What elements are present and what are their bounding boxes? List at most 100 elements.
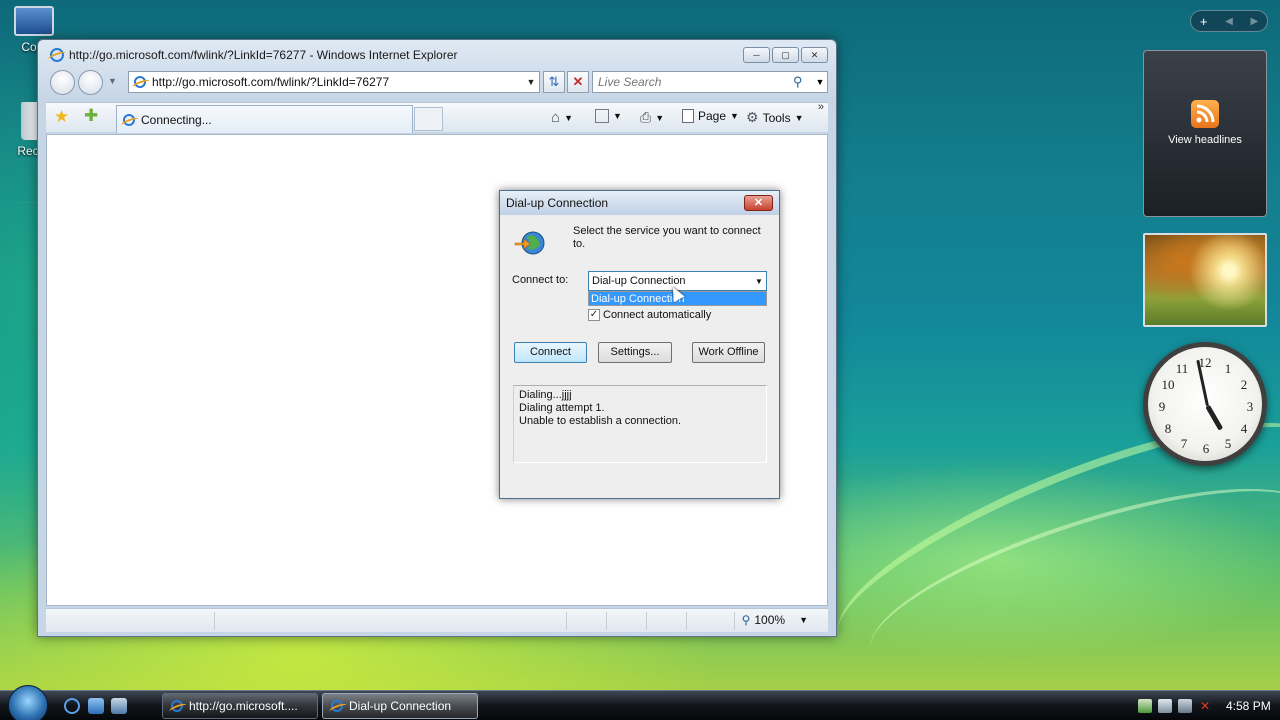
status-divider xyxy=(734,612,735,630)
status-bar: ⚲ 100% ▼ xyxy=(46,608,828,632)
add-favorites-icon[interactable]: ✚ xyxy=(84,106,98,126)
home-dropdown-icon[interactable]: ▼ xyxy=(564,113,573,123)
start-button[interactable] xyxy=(8,685,48,720)
add-gadget-icon[interactable]: + xyxy=(1200,14,1208,29)
volume-muted-icon[interactable]: ✕ xyxy=(1198,699,1212,713)
print-button[interactable]: ⎙ ▼ xyxy=(640,109,664,126)
security-icon[interactable] xyxy=(1138,699,1152,713)
window-title-text: http://go.microsoft.com/fwlink/?LinkId=7… xyxy=(69,48,458,62)
toolbar-overflow-icon[interactable]: » xyxy=(818,101,824,113)
forward-button[interactable] xyxy=(78,70,103,95)
clock-number: 4 xyxy=(1240,421,1248,436)
selected-service: Dial-up Connection xyxy=(592,275,686,287)
taskbar-button-ie[interactable]: http://go.microsoft.... xyxy=(162,693,318,719)
ie-quick-launch-icon[interactable] xyxy=(64,698,80,714)
window-title: http://go.microsoft.com/fwlink/?LinkId=7… xyxy=(50,48,458,62)
zoom-level: 100% xyxy=(754,613,786,627)
log-line: Dialing...jjjj xyxy=(519,389,572,401)
address-dropdown-icon[interactable]: ▼ xyxy=(523,77,539,87)
dialup-taskbar-icon xyxy=(331,700,343,712)
clock-number: 2 xyxy=(1240,377,1248,392)
search-options-icon[interactable]: ▼ xyxy=(813,77,827,87)
switch-windows-icon[interactable] xyxy=(111,698,127,714)
tools-menu[interactable]: ⚙ Tools ▼ xyxy=(746,109,804,126)
dialup-dialog: Dial-up Connection ✕ Select the service … xyxy=(499,190,780,499)
close-button[interactable]: ✕ xyxy=(801,47,828,63)
home-button[interactable]: ⌂ ▼ xyxy=(551,109,573,126)
recent-pages-dropdown-icon[interactable]: ▼ xyxy=(108,76,117,86)
status-divider xyxy=(606,612,607,630)
address-bar: ▼ xyxy=(128,71,540,93)
clock-number: 8 xyxy=(1164,421,1172,436)
rss-icon xyxy=(1191,100,1219,128)
tools-dropdown-icon: ▼ xyxy=(794,112,804,123)
tab-label: Connecting... xyxy=(141,112,212,127)
minimize-button[interactable]: ─ xyxy=(743,47,770,63)
log-line: Unable to establish a connection. xyxy=(519,415,682,427)
system-tray: ✕ 4:58 PM xyxy=(1128,691,1280,720)
page-menu-label: Page xyxy=(698,109,727,123)
device-icon[interactable] xyxy=(1178,699,1192,713)
dialog-prompt: Select the service you want to connect t… xyxy=(573,225,761,250)
page-menu[interactable]: Page ▼ xyxy=(682,109,739,123)
refresh-button[interactable]: ⇅ xyxy=(543,71,565,93)
next-gadgets-icon[interactable]: ▶ xyxy=(1250,16,1258,27)
feed-headlines-gadget[interactable]: View headlines xyxy=(1143,50,1267,217)
clock-time[interactable]: 4:58 PM xyxy=(1226,699,1271,713)
wallpaper-swoosh xyxy=(852,451,1280,709)
navigation-bar: ▼ ▼ ⇅ ✕ ⚲ ▼ xyxy=(46,70,828,96)
feeds-icon xyxy=(595,109,609,123)
page-icon xyxy=(134,76,146,88)
work-offline-button[interactable]: Work Offline xyxy=(692,342,765,363)
connect-button[interactable]: Connect xyxy=(514,342,587,363)
print-dropdown-icon[interactable]: ▼ xyxy=(655,113,664,123)
hour-hand xyxy=(1205,404,1224,431)
connect-to-label: Connect to: xyxy=(512,274,569,286)
checkbox-box[interactable]: ✓ xyxy=(588,309,600,321)
favorites-star-icon[interactable]: ★ xyxy=(54,107,69,127)
zoom-icon: ⚲ xyxy=(741,613,751,627)
network-icon[interactable] xyxy=(1158,699,1172,713)
clock-number: 1 xyxy=(1224,361,1232,376)
zoom-dropdown-icon[interactable]: ▼ xyxy=(799,615,808,625)
tab-connecting[interactable]: Connecting... xyxy=(116,105,413,133)
status-divider xyxy=(686,612,687,630)
status-divider xyxy=(646,612,647,630)
dialog-title-bar: Dial-up Connection xyxy=(500,191,779,215)
connect-automatically-label: Connect automatically xyxy=(603,309,712,321)
home-icon: ⌂ xyxy=(551,109,561,126)
status-divider xyxy=(214,612,215,630)
view-headlines-label: View headlines xyxy=(1168,134,1242,146)
ie-taskbar-icon xyxy=(171,700,183,712)
tools-menu-label: Tools xyxy=(762,110,791,125)
taskbar: http://go.microsoft.... Dial-up Connecti… xyxy=(0,685,1280,720)
show-desktop-icon[interactable] xyxy=(88,698,104,714)
dialog-title: Dial-up Connection xyxy=(506,196,609,210)
taskbar-button-label: Dial-up Connection xyxy=(349,699,452,713)
clock-number: 5 xyxy=(1224,436,1232,451)
chevron-down-icon[interactable]: ▼ xyxy=(752,277,766,286)
clock-number: 3 xyxy=(1246,399,1254,414)
network-globe-icon xyxy=(514,231,545,255)
ie-logo-icon xyxy=(50,48,64,62)
dialing-status-log: Dialing...jjjj Dialing attempt 1. Unable… xyxy=(513,385,767,463)
previous-gadgets-icon[interactable]: ◀ xyxy=(1225,16,1233,27)
new-tab-button[interactable] xyxy=(414,107,443,131)
slideshow-gadget[interactable] xyxy=(1143,233,1267,327)
dialog-close-button[interactable]: ✕ xyxy=(744,195,773,211)
back-button[interactable] xyxy=(50,70,75,95)
clock-number: 10 xyxy=(1161,377,1175,392)
settings-button[interactable]: Settings... xyxy=(598,342,672,363)
search-icon[interactable]: ⚲ xyxy=(793,74,813,90)
feeds-button[interactable]: ▼ xyxy=(595,109,622,123)
maximize-button[interactable]: ▢ xyxy=(772,47,799,63)
feeds-dropdown-icon[interactable]: ▼ xyxy=(613,111,622,121)
address-input[interactable] xyxy=(152,75,517,89)
zoom-control[interactable]: ⚲ 100% ▼ xyxy=(742,613,808,627)
taskbar-button-dialup[interactable]: Dial-up Connection xyxy=(322,693,478,719)
stop-button[interactable]: ✕ xyxy=(567,71,589,93)
connect-automatically-checkbox[interactable]: ✓ Connect automatically xyxy=(588,309,711,321)
sidebar-controls: + ◀ ▶ xyxy=(1190,10,1268,32)
status-divider xyxy=(566,612,567,630)
search-input[interactable] xyxy=(598,75,793,89)
